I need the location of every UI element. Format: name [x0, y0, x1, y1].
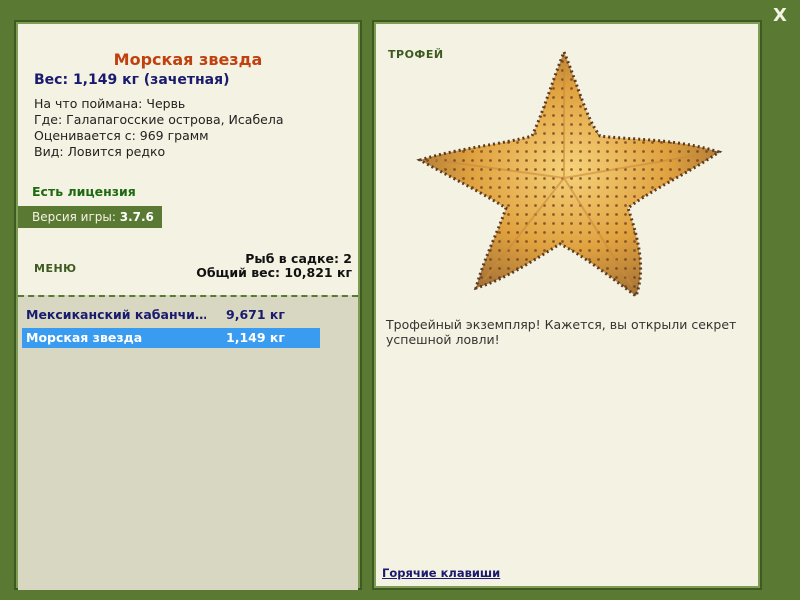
catch-list-item[interactable]: Мексиканский кабанчи… 9,671 кг [22, 305, 320, 325]
trophy-message: Трофейный экземпляр! Кажется, вы открыли… [386, 317, 737, 347]
fish-details: На что поймана: Червь Где: Галапагосские… [34, 96, 284, 160]
keepnet-summary: Рыб в садке: 2 Общий вес: 10,821 кг [196, 252, 352, 280]
license-status: Есть лицензия [32, 184, 136, 199]
fish-score: Оценивается с: 969 грамм [34, 128, 209, 143]
keepnet-count: Рыб в садке: 2 [245, 251, 352, 266]
keepnet-total: Общий вес: 10,821 кг [196, 265, 352, 280]
trophy-panel: ТРОФЕЙ Трофейный экземпляр! Кажется, вы … [372, 20, 762, 590]
catch-list: Мексиканский кабанчи… 9,671 кг Морская з… [18, 295, 358, 590]
fish-info-panel: Морская звезда Вес: 1,149 кг (зачетная) … [14, 20, 362, 590]
close-button[interactable]: X [770, 6, 790, 26]
catch-name: Мексиканский кабанчи… [26, 307, 206, 322]
version-label: Версия игры: [32, 210, 120, 224]
catch-list-item-selected[interactable]: Морская звезда 1,149 кг [22, 328, 320, 348]
version-bar: Версия игры: 3.7.6 [18, 206, 162, 228]
starfish-image [414, 48, 724, 299]
fish-bait: На что поймана: Червь [34, 96, 186, 111]
catch-weight: 1,149 кг [226, 330, 285, 345]
close-icon[interactable]: X [773, 5, 787, 26]
catch-name: Морская звезда [26, 330, 143, 345]
starfish-illustration [416, 48, 723, 299]
version-value: 3.7.6 [119, 210, 154, 224]
catch-weight: 9,671 кг [226, 307, 285, 322]
fish-location: Где: Галапагосские острова, Исабела [34, 112, 284, 127]
menu-button[interactable]: МЕНЮ [34, 262, 77, 275]
fish-rarity: Вид: Ловится редко [34, 144, 166, 159]
fish-title: Морская звезда [113, 50, 263, 69]
hotkeys-link[interactable]: Горячие клавиши [382, 566, 500, 580]
fish-weight: Вес: 1,149 кг (зачетная) [34, 72, 230, 88]
